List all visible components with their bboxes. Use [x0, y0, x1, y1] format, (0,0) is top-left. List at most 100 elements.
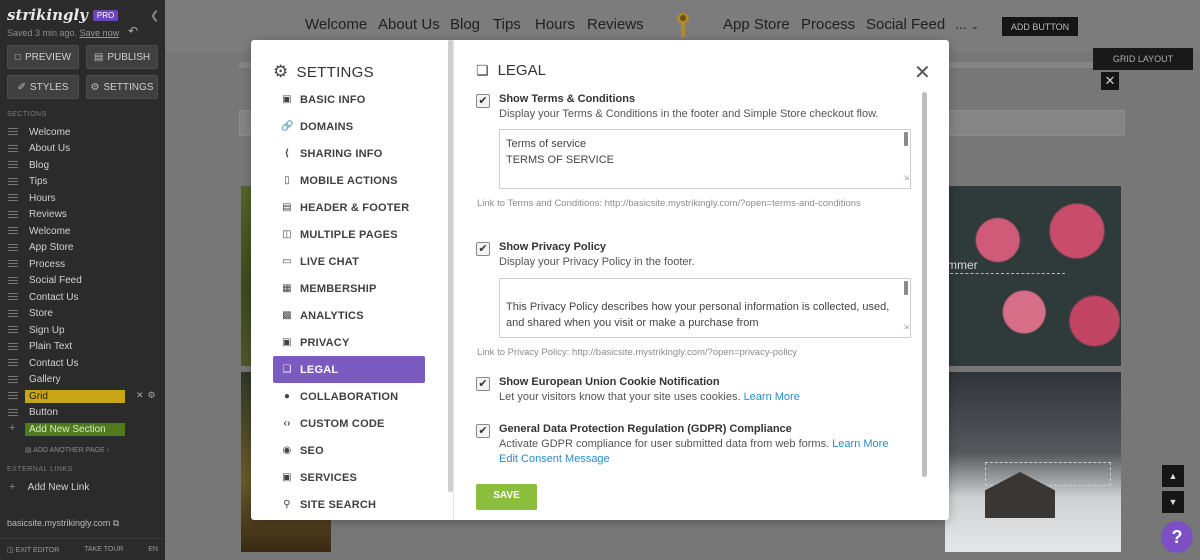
- settings-menu-item[interactable]: ● COLLABORATION: [273, 383, 425, 410]
- drag-handle-icon[interactable]: [8, 392, 18, 399]
- help-button[interactable]: ?: [1161, 521, 1193, 553]
- settings-menu-item[interactable]: ▩ ANALYTICS: [273, 302, 425, 329]
- exit-editor-button[interactable]: ◫ EXIT EDITOR: [7, 546, 59, 554]
- settings-menu-item[interactable]: ▣ BASIC INFO: [273, 86, 425, 113]
- settings-menu-item[interactable]: ⟨ SHARING INFO: [273, 140, 425, 167]
- save-button[interactable]: SAVE: [476, 484, 537, 510]
- terms-textarea[interactable]: Terms of service TERMS OF SERVICE ⇲: [499, 129, 911, 189]
- textarea-scrollbar[interactable]: [904, 132, 908, 146]
- grid-layout-button[interactable]: GRID LAYOUT: [1093, 48, 1193, 70]
- sidebar-section-item[interactable]: Grid ✕⚙: [0, 388, 165, 405]
- nav-link[interactable]: Reviews: [587, 16, 644, 33]
- resize-grip-icon[interactable]: ⇲: [903, 171, 909, 187]
- sidebar-section-item[interactable]: Tips: [0, 174, 165, 191]
- settings-menu-item[interactable]: ❏ LEGAL: [273, 356, 425, 383]
- sidebar-section-item[interactable]: Plain Text: [0, 339, 165, 356]
- language-selector[interactable]: EN: [148, 546, 158, 553]
- add-new-section-button[interactable]: + Add New Section: [0, 421, 165, 438]
- collapse-sidebar-icon[interactable]: ❮: [150, 9, 159, 22]
- sidebar-section-item[interactable]: Contact Us: [0, 289, 165, 306]
- close-icon[interactable]: ✕: [136, 390, 148, 400]
- undo-icon[interactable]: ↶: [128, 24, 138, 38]
- drag-handle-icon[interactable]: [8, 260, 18, 267]
- settings-menu-item[interactable]: ▣ SERVICES: [273, 464, 425, 491]
- drag-handle-icon[interactable]: [8, 375, 18, 383]
- sidebar-section-item[interactable]: Sign Up: [0, 322, 165, 339]
- nav-link[interactable]: Social Feed: [866, 16, 945, 33]
- cookie-checkbox[interactable]: ✔: [476, 377, 490, 391]
- settings-button[interactable]: ⚙ SETTINGS: [86, 75, 158, 99]
- drag-handle-icon[interactable]: [8, 276, 18, 284]
- close-modal-button[interactable]: ✕: [914, 60, 931, 85]
- sidebar-section-item[interactable]: Store: [0, 306, 165, 323]
- settings-menu-item[interactable]: ◉ SEO: [273, 437, 425, 464]
- drag-handle-icon[interactable]: [8, 326, 18, 333]
- drag-handle-icon[interactable]: [8, 128, 18, 135]
- sidebar-section-item[interactable]: Reviews: [0, 207, 165, 224]
- add-another-page-button[interactable]: ▤ ADD ANOTHER PAGE ›: [25, 446, 109, 454]
- edit-consent-message-link[interactable]: Edit Consent Message: [499, 453, 610, 465]
- drag-handle-icon[interactable]: [8, 293, 18, 300]
- publish-button[interactable]: ▤ PUBLISH: [86, 45, 158, 69]
- textarea-scrollbar[interactable]: [904, 281, 908, 295]
- drag-handle-icon[interactable]: [8, 359, 18, 366]
- drag-handle-icon[interactable]: [8, 342, 18, 350]
- drag-handle-icon[interactable]: [8, 408, 18, 416]
- section-tools[interactable]: ✕⚙: [136, 390, 160, 401]
- settings-menu-item[interactable]: ▤ HEADER & FOOTER: [273, 194, 425, 221]
- nav-link[interactable]: About Us: [378, 16, 440, 33]
- gear-icon[interactable]: ⚙: [148, 390, 160, 400]
- terms-checkbox[interactable]: ✔: [476, 94, 490, 108]
- nav-link[interactable]: Hours: [535, 16, 575, 33]
- site-add-button[interactable]: ADD BUTTON: [1002, 17, 1078, 36]
- nav-link[interactable]: Tips: [493, 16, 521, 33]
- sidebar-section-item[interactable]: Blog: [0, 157, 165, 174]
- move-up-button[interactable]: ▲: [1162, 465, 1184, 487]
- sidebar-section-item[interactable]: Social Feed: [0, 273, 165, 290]
- drag-handle-icon[interactable]: [8, 243, 18, 251]
- nav-link[interactable]: Blog: [450, 16, 480, 33]
- gdpr-checkbox[interactable]: ✔: [476, 424, 490, 438]
- nav-more-menu[interactable]: ... ⌄: [955, 16, 979, 32]
- drag-handle-icon[interactable]: [8, 161, 18, 168]
- save-now-link[interactable]: Save now: [80, 28, 120, 38]
- cookie-learn-more-link[interactable]: Learn More: [744, 391, 800, 403]
- drag-handle-icon[interactable]: [8, 210, 18, 218]
- sidebar-section-item[interactable]: About Us: [0, 141, 165, 158]
- gdpr-learn-more-link[interactable]: Learn More: [832, 438, 888, 450]
- sidebar-section-item[interactable]: Welcome: [0, 223, 165, 240]
- drag-handle-icon[interactable]: [8, 194, 18, 201]
- move-down-button[interactable]: ▼: [1162, 491, 1184, 513]
- take-tour-button[interactable]: TAKE TOUR: [84, 546, 123, 553]
- nav-link[interactable]: Welcome: [305, 16, 367, 33]
- settings-menu-item[interactable]: ▭ LIVE CHAT: [273, 248, 425, 275]
- sidebar-section-item[interactable]: Process: [0, 256, 165, 273]
- nav-link[interactable]: App Store: [723, 16, 790, 33]
- close-section-icon[interactable]: ✕: [1101, 72, 1119, 100]
- settings-menu-item[interactable]: ▣ PRIVACY: [273, 329, 425, 356]
- site-url-link[interactable]: basicsite.mystrikingly.com ⧉: [7, 518, 119, 529]
- settings-menu-item[interactable]: ⚲ SITE SEARCH: [273, 491, 425, 518]
- settings-menu-item[interactable]: ‹› CUSTOM CODE: [273, 410, 425, 437]
- sidebar-section-item[interactable]: Hours: [0, 190, 165, 207]
- sidebar-section-item[interactable]: Gallery: [0, 372, 165, 389]
- drag-handle-icon[interactable]: [8, 309, 18, 317]
- drag-handle-icon[interactable]: [8, 144, 18, 152]
- panel-scrollbar[interactable]: [922, 92, 927, 477]
- preview-button[interactable]: □ PREVIEW: [7, 45, 79, 69]
- add-new-link-button[interactable]: + Add New Link: [9, 481, 89, 493]
- drag-handle-icon[interactable]: [8, 177, 18, 185]
- resize-grip-icon[interactable]: ⇲: [903, 320, 909, 336]
- nav-link[interactable]: Process: [801, 16, 855, 33]
- settings-menu-item[interactable]: ▯ MOBILE ACTIONS: [273, 167, 425, 194]
- privacy-textarea[interactable]: This Privacy Policy describes how your p…: [499, 278, 911, 338]
- settings-menu-item[interactable]: ▦ MEMBERSHIP: [273, 275, 425, 302]
- styles-button[interactable]: ✐ STYLES: [7, 75, 79, 99]
- settings-menu-item[interactable]: ◫ MULTIPLE PAGES: [273, 221, 425, 248]
- sidebar-section-item[interactable]: Welcome: [0, 124, 165, 141]
- sidebar-section-item[interactable]: Button: [0, 405, 165, 422]
- drag-handle-icon[interactable]: [8, 227, 18, 234]
- privacy-checkbox[interactable]: ✔: [476, 242, 490, 256]
- sidebar-section-item[interactable]: App Store: [0, 240, 165, 257]
- sidebar-section-item[interactable]: Contact Us: [0, 355, 165, 372]
